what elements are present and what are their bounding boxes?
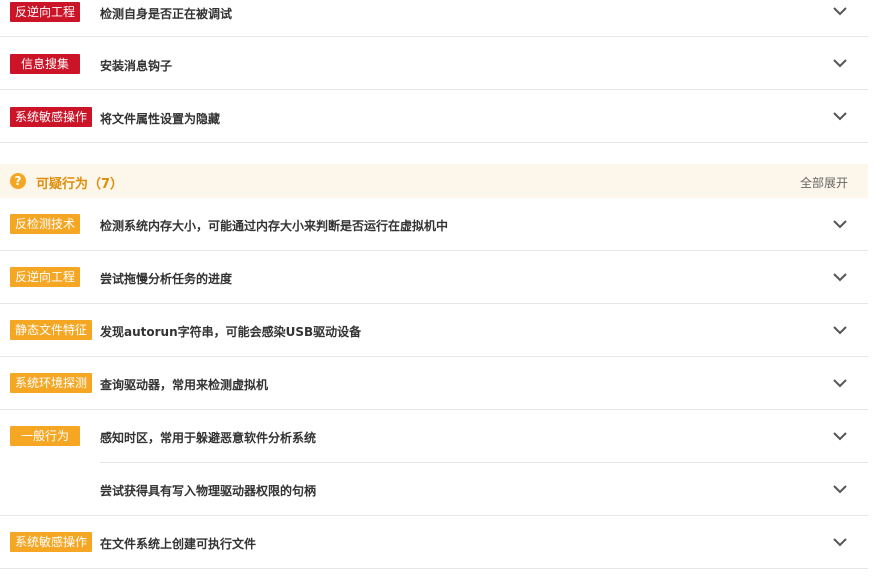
category-tag: 静态文件特征: [10, 320, 93, 340]
chevron-down-icon[interactable]: [832, 3, 848, 19]
chevron-down-icon[interactable]: [832, 216, 848, 232]
category-tag: 系统敏感操作: [10, 107, 93, 127]
behavior-description: 检测自身是否正在被调试: [100, 7, 233, 21]
behavior-description: 在文件系统上创建可执行文件: [100, 537, 257, 551]
behavior-description: 检测系统内存大小，可能通过内存大小来判断是否运行在虚拟机中: [100, 219, 449, 233]
behavior-row[interactable]: 信息搜集 安装消息钩子: [0, 37, 868, 90]
chevron-down-icon[interactable]: [832, 108, 848, 124]
behavior-row[interactable]: 一般行为 感知时区，常用于躲避恶意软件分析系统: [0, 410, 868, 463]
behavior-row[interactable]: 系统环境探测 查询驱动器，常用来检测虚拟机: [0, 357, 868, 410]
category-tag: 一般行为: [10, 426, 80, 446]
chevron-down-icon[interactable]: [832, 322, 848, 338]
chevron-down-icon[interactable]: [832, 375, 848, 391]
category-tag: 信息搜集: [10, 54, 80, 74]
behavior-row[interactable]: 静态文件特征 发现autorun字符串，可能会感染USB驱动设备: [0, 304, 868, 357]
category-tag: 反逆向工程: [10, 2, 81, 22]
chevron-down-icon[interactable]: [832, 269, 848, 285]
category-tag: 系统环境探测: [10, 373, 93, 393]
chevron-down-icon[interactable]: [832, 428, 848, 444]
chevron-down-icon[interactable]: [832, 55, 848, 71]
behavior-description: 安装消息钩子: [100, 59, 173, 73]
behavior-description: 将文件属性设置为隐藏: [100, 112, 221, 126]
behavior-description: 尝试拖慢分析任务的进度: [100, 272, 233, 286]
behavior-row[interactable]: 反逆向工程 检测自身是否正在被调试: [0, 0, 868, 37]
expand-all-link[interactable]: 全部展开: [800, 174, 848, 191]
behavior-description: 发现autorun字符串，可能会感染USB驱动设备: [100, 325, 362, 339]
behavior-row[interactable]: 反逆向工程 尝试拖慢分析任务的进度: [0, 251, 868, 304]
section-title: 可疑行为（7）: [36, 177, 124, 192]
behavior-row[interactable]: 尝试获得具有写入物理驱动器权限的句柄: [0, 463, 868, 516]
behavior-description: 尝试获得具有写入物理驱动器权限的句柄: [100, 484, 317, 498]
behavior-row[interactable]: 系统敏感操作 在文件系统上创建可执行文件: [0, 516, 868, 569]
behavior-row[interactable]: 反检测技术 检测系统内存大小，可能通过内存大小来判断是否运行在虚拟机中: [0, 198, 868, 251]
behavior-description: 感知时区，常用于躲避恶意软件分析系统: [100, 431, 317, 445]
question-circle-icon: ?: [10, 173, 26, 189]
behavior-row[interactable]: 系统敏感操作 将文件属性设置为隐藏: [0, 90, 868, 143]
category-tag: 系统敏感操作: [10, 532, 93, 552]
chevron-down-icon[interactable]: [832, 534, 848, 550]
suspicious-section-header: ? 可疑行为（7） 全部展开: [0, 164, 868, 198]
chevron-down-icon[interactable]: [832, 481, 848, 497]
behavior-description: 查询驱动器，常用来检测虚拟机: [100, 378, 269, 392]
category-tag: 反逆向工程: [10, 267, 81, 287]
category-tag: 反检测技术: [10, 214, 81, 234]
